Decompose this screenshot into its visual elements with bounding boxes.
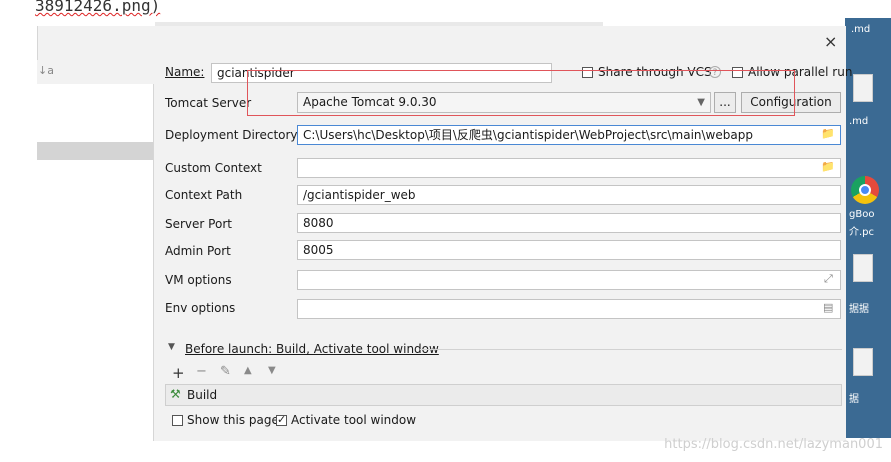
hammer-icon: ⚒ [170, 387, 181, 401]
run-configuration-dialog [37, 26, 846, 441]
browse-server-button[interactable]: ... [714, 92, 736, 113]
desktop-background: .md .md gBoo 介.pc 据据 据 [845, 18, 891, 438]
collapse-triangle-icon[interactable]: ▼ [168, 342, 175, 352]
section-divider [420, 349, 842, 350]
allow-parallel-checkbox[interactable] [732, 67, 743, 78]
deployment-dir-input[interactable]: C:\Users\hc\Desktop\项目\反爬虫\gciantispider… [297, 125, 841, 145]
share-vcs-checkbox[interactable] [582, 67, 593, 78]
watermark-text: https://blog.csdn.net/lazyman001 [664, 437, 883, 452]
name-input[interactable]: gciantispider [211, 63, 552, 83]
vm-options-input[interactable] [297, 270, 841, 290]
configuration-button[interactable]: Configuration [741, 92, 841, 113]
add-icon[interactable]: + [172, 364, 185, 382]
custom-context-label: Custom Context [165, 161, 262, 175]
desktop-file-label: 介.pc [849, 227, 875, 238]
before-launch-label[interactable]: Before launch: Build, Activate tool wind… [185, 342, 439, 356]
server-port-label: Server Port [165, 217, 232, 231]
sort-icon[interactable]: ↓a [38, 64, 54, 77]
desktop-file-icon [853, 254, 873, 282]
show-page-checkbox[interactable] [172, 415, 183, 426]
chevron-down-icon: ▼ [697, 97, 705, 108]
expand-icon[interactable]: ⤢ [824, 272, 833, 286]
context-path-input[interactable]: /gciantispider_web [297, 185, 841, 205]
build-task-label[interactable]: Build [187, 388, 217, 402]
desktop-file-label: 据据 [849, 304, 869, 315]
vm-options-label: VM options [165, 273, 232, 287]
tomcat-server-value: Apache Tomcat 9.0.30 [303, 95, 437, 109]
admin-port-label: Admin Port [165, 244, 231, 258]
background-filename-text: 38912426.png) [35, 0, 161, 15]
deployment-dir-label: Deployment Directory [165, 128, 298, 142]
edit-icon[interactable]: ✎ [220, 364, 231, 379]
desktop-file-label: .md [849, 116, 869, 127]
custom-context-input[interactable] [297, 158, 841, 178]
allow-parallel-label[interactable]: Allow parallel run [748, 65, 852, 79]
share-vcs-label[interactable]: Share through VCS [598, 65, 712, 79]
close-icon[interactable]: × [824, 32, 837, 51]
server-port-input[interactable]: 8080 [297, 213, 841, 233]
desktop-file-label: 据 [849, 394, 859, 405]
tomcat-server-select[interactable]: Apache Tomcat 9.0.30 ▼ [297, 92, 711, 113]
remove-icon[interactable]: − [196, 364, 207, 379]
context-path-label: Context Path [165, 188, 243, 202]
name-label: Name: [165, 65, 205, 79]
move-down-icon[interactable]: ▼ [268, 365, 276, 376]
before-launch-task-row[interactable] [165, 384, 842, 406]
env-options-label: Env options [165, 301, 236, 315]
folder-icon[interactable]: 📁 [821, 160, 835, 173]
desktop-file-label: gBoo [849, 209, 875, 220]
activate-tool-checkbox[interactable] [276, 413, 287, 426]
configuration-tree-selected-item[interactable] [37, 142, 153, 160]
desktop-file-icon [853, 74, 873, 102]
tomcat-server-label: Tomcat Server [165, 96, 252, 110]
activate-tool-label[interactable]: Activate tool window [291, 413, 416, 427]
sidebar-toolbar [37, 60, 153, 85]
admin-port-input[interactable]: 8005 [297, 240, 841, 260]
env-options-input[interactable] [297, 299, 841, 319]
desktop-file-icon [853, 348, 873, 376]
chrome-icon [851, 176, 879, 204]
show-page-label[interactable]: Show this page [187, 413, 279, 427]
configuration-tree[interactable] [37, 84, 154, 441]
help-icon[interactable]: ? [709, 66, 721, 78]
document-icon[interactable]: ▤ [823, 301, 833, 314]
move-up-icon[interactable]: ▲ [244, 365, 252, 376]
desktop-file-label: .md [851, 24, 871, 35]
folder-icon[interactable]: 📁 [821, 127, 835, 140]
